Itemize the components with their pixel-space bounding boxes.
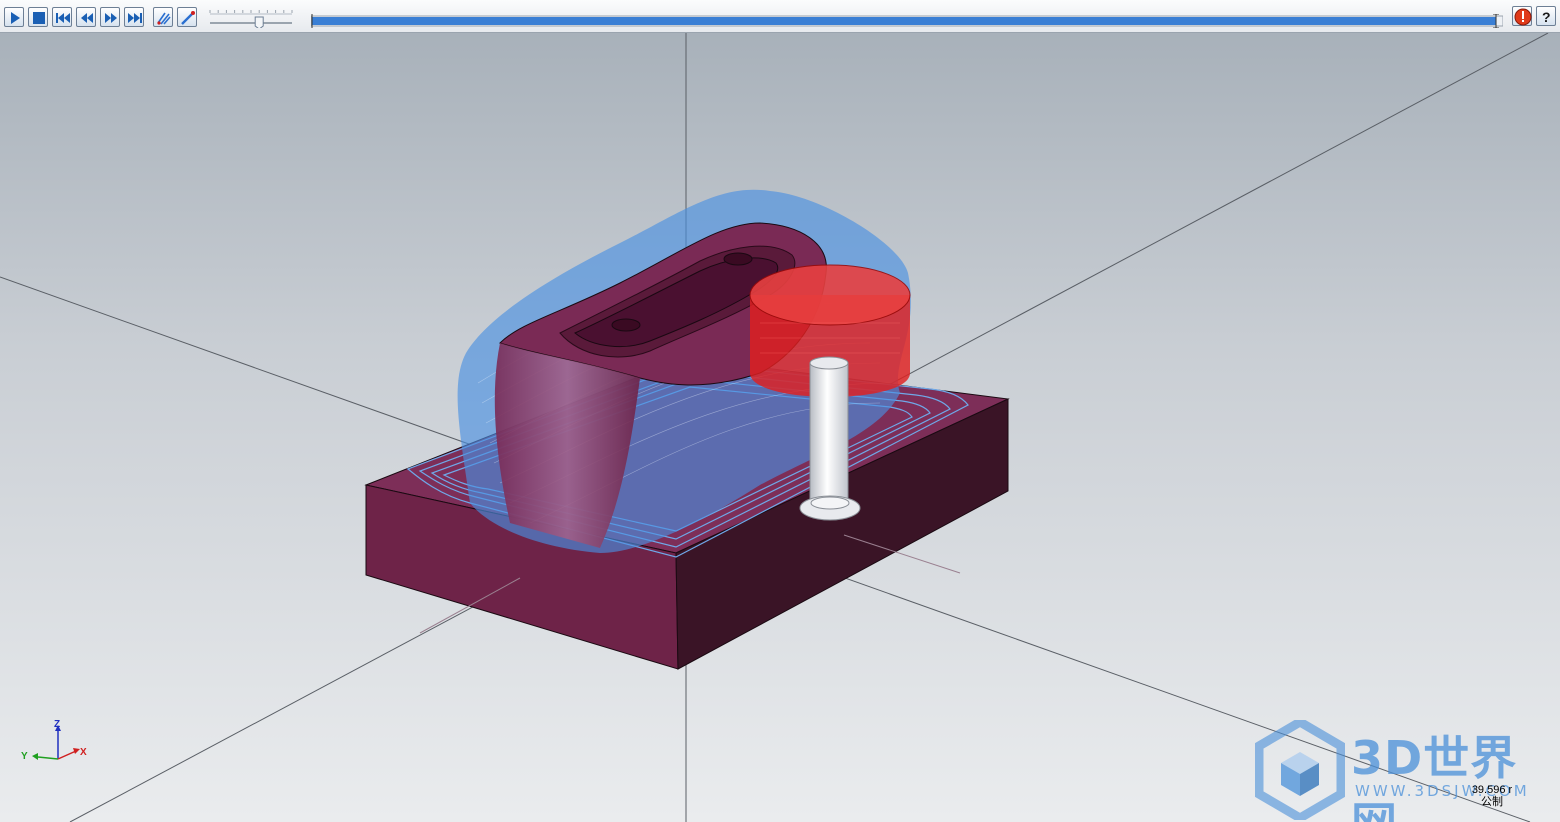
svg-text:?: ?	[1542, 9, 1551, 25]
axis-z-label: Z	[54, 719, 60, 730]
help-button[interactable]: ?	[1536, 6, 1556, 26]
play-icon	[11, 12, 20, 24]
axis-triad: Z X Y	[21, 719, 87, 762]
step-back-button[interactable]	[76, 7, 96, 27]
step-forward-button[interactable]	[100, 7, 120, 27]
skip-end-icon	[128, 13, 142, 23]
stop-button[interactable]	[28, 7, 48, 27]
step-forward-icon	[105, 13, 117, 23]
stop-icon	[33, 12, 45, 24]
show-toolpath-button[interactable]	[153, 7, 173, 27]
help-icon: ?	[1542, 9, 1551, 25]
skip-start-icon	[56, 13, 70, 23]
skip-to-start-button[interactable]	[52, 7, 72, 27]
simulation-toolbar: ?	[0, 0, 1560, 33]
axis-y-label: Y	[21, 751, 28, 762]
stop-sign-icon	[1514, 8, 1532, 26]
stop-simulation-button[interactable]	[1512, 6, 1532, 26]
tool-icon	[181, 11, 195, 25]
unit-label: 公制	[1481, 796, 1503, 808]
skip-to-end-button[interactable]	[124, 7, 144, 27]
show-tool-button[interactable]	[177, 7, 197, 27]
progress-fill	[312, 17, 1496, 25]
slider-thumb[interactable]	[254, 16, 264, 28]
speed-slider[interactable]	[208, 8, 294, 28]
step-back-icon	[81, 13, 93, 23]
cube-logo-icon	[1254, 716, 1346, 822]
simulation-progress-bar[interactable]	[311, 14, 1503, 28]
3d-viewport[interactable]: Z X Y 3D世界网 WWW.3DSJW.COM 39.596 r 公制	[0, 33, 1560, 822]
play-button[interactable]	[4, 7, 24, 27]
axis-x-label: X	[80, 747, 87, 758]
scale-value: 39.596 r	[1471, 784, 1513, 796]
toolpath-icon	[157, 12, 171, 25]
scale-readout: 39.596 r 公制	[1454, 784, 1530, 810]
